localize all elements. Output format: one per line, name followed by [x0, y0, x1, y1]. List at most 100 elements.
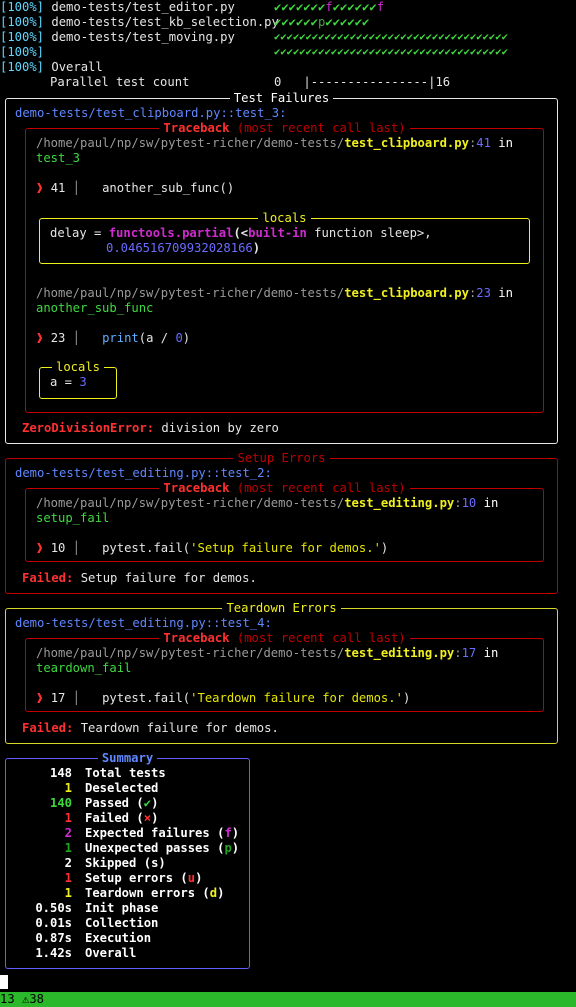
progress-file: demo-tests/test_editor.py [51, 0, 235, 14]
progress-line: [100%] demo-tests/test_editor.py ✔✔✔✔✔✔✔f… [0, 0, 384, 15]
summary-row: 0.50s Init phase [6, 901, 158, 916]
summary-label: Collection [85, 916, 159, 930]
parallel-label: Parallel test count [50, 75, 190, 89]
frame-function: setup_fail [36, 511, 110, 525]
traceback-panel: Traceback (most recent call last) /home/… [25, 631, 544, 712]
progress-marks: ✔✔✔✔✔✔p✔✔✔✔✔✔ [274, 15, 370, 29]
progress-percent: [100%] [0, 30, 45, 44]
progress-percent: [100%] [0, 0, 45, 14]
setup-test-id: demo-tests/test_editing.py::test_2: [15, 466, 272, 480]
locals-title: locals [40, 211, 529, 226]
summary-value: 2 [64, 826, 72, 840]
summary-label: Failed [85, 811, 130, 825]
locals-value: 0.046516709932028166) [106, 241, 261, 255]
progress-line: [100%] demo-tests/test_kb_selection.py ✔✔… [0, 15, 369, 30]
summary-symbol: × [143, 811, 152, 825]
summary-value: 1 [64, 886, 72, 900]
error-message: ZeroDivisionError: division by zero [22, 421, 279, 435]
progress-marks: ✔✔✔✔✔✔✔✔✔✔✔✔✔✔✔✔✔✔✔✔✔✔✔✔✔✔✔✔✔✔✔✔✔✔✔✔✔ [274, 46, 508, 58]
summary-row: 140 Passed (✔) [6, 796, 158, 811]
locals-var-a: a = 3 [50, 375, 87, 389]
summary-title: Summary [6, 751, 249, 766]
frame-function: another_sub_func [36, 301, 154, 315]
teardown-test-id: demo-tests/test_editing.py::test_4: [15, 616, 272, 630]
summary-row: 1 Deselected [6, 781, 159, 796]
progress-percent: [100%] [0, 15, 45, 29]
setup-errors-title: Setup Errors [6, 451, 557, 466]
summary-row: 1 Setup errors (u) [6, 871, 203, 886]
progress-line: [100%] ✔✔✔✔✔✔✔✔✔✔✔✔✔✔✔✔✔✔✔✔✔✔✔✔✔✔✔✔✔✔✔✔✔✔… [0, 45, 508, 60]
summary-row: 2 Skipped (s) [6, 856, 166, 871]
status-bar: 13 ⚠38 [0, 992, 576, 1007]
traceback-panel: Traceback (most recent call last) /home/… [25, 121, 544, 413]
summary-symbol: f [224, 826, 232, 840]
terminal-cursor [0, 975, 8, 989]
frame-location: /home/paul/np/sw/pytest-richer/demo-test… [36, 136, 513, 150]
summary-label: Overall [85, 946, 137, 960]
summary-symbol: ✔ [143, 796, 152, 810]
setup-errors-panel: Setup Errors demo-tests/test_editing.py:… [5, 451, 558, 594]
progress-file: demo-tests/test_kb_selection.py [51, 15, 279, 29]
summary-symbol: u [187, 871, 196, 885]
summary-label: Passed [85, 796, 130, 810]
summary-row: 2 Expected failures (f) [6, 826, 239, 841]
test-failures-title: Test Failures [6, 91, 557, 106]
frame-location: /home/paul/np/sw/pytest-richer/demo-test… [36, 286, 513, 300]
summary-row: 1 Unexpected passes (p) [6, 841, 239, 856]
summary-label: Teardown errors [85, 886, 196, 900]
summary-label: Unexpected passes [85, 841, 210, 855]
summary-value: 0.87s [35, 931, 72, 945]
frame-function: test_3 [36, 151, 81, 165]
summary-label: Total tests [85, 766, 166, 780]
locals-title: locals [40, 360, 116, 375]
overall-line: [100%] Overall [0, 60, 103, 75]
error-message: Failed: Setup failure for demos. [22, 571, 257, 585]
summary-value: 0.50s [35, 901, 72, 915]
frame-location: /home/paul/np/sw/pytest-richer/demo-test… [36, 496, 499, 510]
summary-value: 1.42s [35, 946, 72, 960]
traceback-title: Traceback (most recent call last) [26, 481, 543, 496]
overall-label: Overall [51, 60, 103, 74]
error-message: Failed: Teardown failure for demos. [22, 721, 279, 735]
frame-function: teardown_fail [36, 661, 132, 675]
summary-label: Expected failures [85, 826, 210, 840]
summary-panel: Summary 148 Total tests 1 Deselected 140 Pass… [5, 751, 250, 969]
overall-percent: [100%] [0, 60, 45, 74]
summary-row: 1 Teardown errors (d) [6, 886, 225, 901]
summary-value: 0.01s [35, 916, 72, 930]
locals-panel: locals a = 3 [39, 360, 117, 399]
traceback-title: Traceback (most recent call last) [26, 631, 543, 646]
failure-test-id: demo-tests/test_clipboard.py::test_3: [15, 106, 287, 120]
progress-percent: [100%] [0, 45, 45, 59]
summary-row: 1.42s Overall [6, 946, 136, 961]
test-failures-panel: Test Failures demo-tests/test_clipboard.… [5, 91, 558, 444]
summary-value: 1 [64, 811, 72, 825]
summary-row: 148 Total tests [6, 766, 166, 781]
locals-panel: locals delay = functools.partial(<built-… [39, 211, 530, 264]
teardown-errors-panel: Teardown Errors demo-tests/test_editing.… [5, 601, 558, 744]
summary-symbol: p [224, 841, 232, 855]
frame-code-line: ❱ 41 │ another_sub_func() [36, 181, 235, 195]
summary-value: 1 [64, 781, 72, 795]
progress-marks: ✔✔✔✔✔✔✔f✔✔✔✔✔✔f [274, 0, 385, 14]
progress-file: demo-tests/test_moving.py [51, 30, 235, 44]
summary-label: Execution [85, 931, 152, 945]
summary-symbol: d [209, 886, 218, 900]
summary-label: Skipped [85, 856, 137, 870]
frame-location: /home/paul/np/sw/pytest-richer/demo-test… [36, 646, 499, 660]
summary-value: 148 [49, 766, 72, 780]
frame-code-line: ❱ 10 │ pytest.fail('Setup failure for de… [36, 541, 389, 555]
teardown-errors-title: Teardown Errors [6, 601, 557, 616]
summary-value: 140 [49, 796, 72, 810]
traceback-title: Traceback (most recent call last) [26, 121, 543, 136]
locals-var-delay: delay = functools.partial(<built-in func… [50, 226, 432, 240]
progress-line: [100%] demo-tests/test_moving.py ✔✔✔✔✔✔✔✔… [0, 30, 508, 45]
status-text: 13 ⚠38 [0, 992, 45, 1006]
traceback-panel: Traceback (most recent call last) /home/… [25, 481, 544, 562]
summary-value: 1 [64, 841, 72, 855]
parallel-bar: 0 |----------------|16 [274, 75, 451, 89]
frame-code-line: ❱ 23 │ print(a / 0) [36, 331, 191, 345]
progress-marks: ✔✔✔✔✔✔✔✔✔✔✔✔✔✔✔✔✔✔✔✔✔✔✔✔✔✔✔✔✔✔✔✔✔✔✔✔✔ [274, 31, 508, 43]
summary-label: Init phase [85, 901, 159, 915]
summary-label: Setup errors [85, 871, 174, 885]
